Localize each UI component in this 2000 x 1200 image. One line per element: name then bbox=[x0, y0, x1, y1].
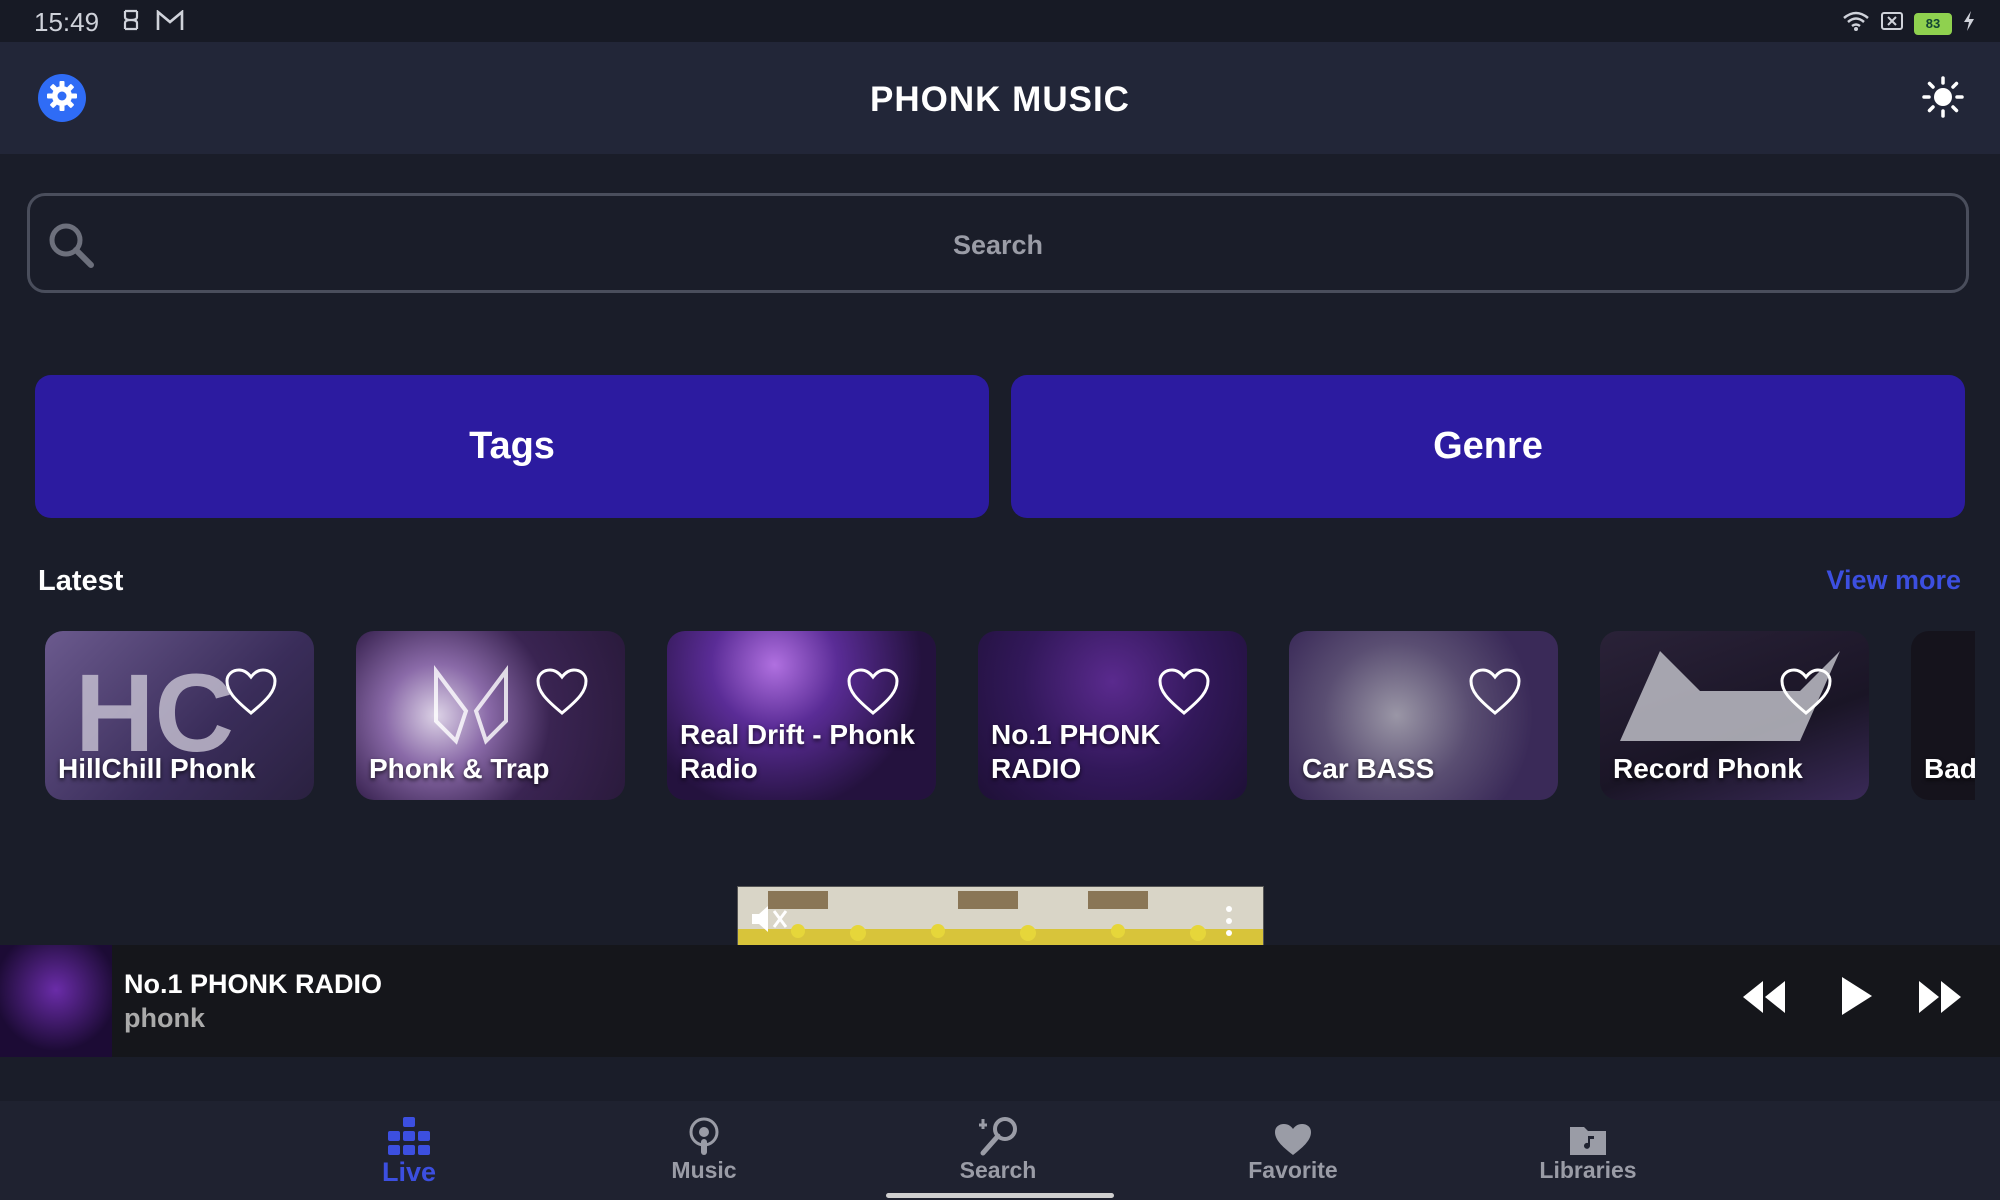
ad-banner[interactable] bbox=[737, 886, 1264, 948]
mute-icon[interactable] bbox=[748, 903, 788, 940]
nav-label: Favorite bbox=[1248, 1157, 1338, 1183]
mail-icon bbox=[156, 8, 184, 39]
sim-icon bbox=[1880, 8, 1904, 39]
search-icon bbox=[46, 220, 96, 275]
heart-icon[interactable] bbox=[1468, 667, 1522, 722]
heart-icon bbox=[1203, 1113, 1383, 1157]
station-name: Bad bbox=[1924, 753, 1975, 784]
podcast-icon bbox=[614, 1113, 794, 1157]
status-time: 15:49 bbox=[34, 7, 100, 37]
nav-libraries[interactable]: Libraries bbox=[1498, 1113, 1678, 1184]
search-bar[interactable] bbox=[27, 193, 1969, 293]
station-name: Record Phonk bbox=[1613, 753, 1803, 784]
heart-icon[interactable] bbox=[224, 667, 278, 722]
station-card[interactable]: Bad bbox=[1911, 631, 1975, 800]
station-card[interactable]: No.1 PHONK RADIO bbox=[978, 631, 1247, 800]
rewind-button[interactable] bbox=[1741, 979, 1787, 1020]
page-title: PHONK MUSIC bbox=[870, 80, 1130, 119]
equalizer-icon bbox=[319, 1113, 499, 1157]
status-bar: 15:49 83 bbox=[0, 0, 2000, 42]
charging-icon bbox=[1962, 8, 1976, 39]
nav-label: Search bbox=[959, 1157, 1037, 1183]
app-bar: PHONK MUSIC bbox=[0, 42, 2000, 154]
station-card[interactable]: Phonk & Trap bbox=[356, 631, 625, 800]
now-playing-subtitle: phonk bbox=[124, 1003, 205, 1033]
heart-icon[interactable] bbox=[1779, 667, 1833, 722]
latest-stations-list: HC HillChill Phonk Phonk & Trap Real Dri… bbox=[45, 631, 1975, 801]
station-card[interactable]: Real Drift - Phonk Radio bbox=[667, 631, 936, 800]
more-options-icon[interactable] bbox=[1225, 905, 1233, 942]
nav-search[interactable]: Search bbox=[908, 1113, 1088, 1184]
station-name: Car BASS bbox=[1302, 753, 1435, 784]
nav-label: Music bbox=[671, 1157, 737, 1183]
fast-forward-button[interactable] bbox=[1917, 979, 1963, 1020]
now-playing-cover bbox=[0, 945, 112, 1057]
station-card[interactable]: Record Phonk bbox=[1600, 631, 1869, 800]
wifi-icon bbox=[1842, 8, 1870, 39]
notification-icon bbox=[120, 8, 142, 39]
battery-indicator: 83 bbox=[1914, 12, 1952, 35]
genre-button[interactable]: Genre bbox=[1011, 375, 1965, 518]
station-name: No.1 PHONK RADIO bbox=[991, 719, 1161, 784]
nav-label: Libraries bbox=[1539, 1157, 1637, 1183]
station-name: Real Drift - Phonk Radio bbox=[680, 719, 915, 784]
search-input[interactable] bbox=[120, 216, 1876, 274]
heart-icon[interactable] bbox=[846, 667, 900, 722]
heart-icon[interactable] bbox=[535, 667, 589, 722]
station-name: Phonk & Trap bbox=[369, 753, 550, 784]
home-indicator bbox=[886, 1193, 1114, 1198]
music-folder-icon bbox=[1498, 1113, 1678, 1157]
heart-icon[interactable] bbox=[1157, 667, 1211, 722]
theme-toggle-button[interactable] bbox=[1920, 75, 1966, 123]
nav-music[interactable]: Music bbox=[614, 1113, 794, 1184]
station-card[interactable]: HC HillChill Phonk bbox=[45, 631, 314, 800]
bottom-navigation: Live Music Search Favorite Libraries bbox=[0, 1101, 2000, 1200]
latest-section-title: Latest bbox=[38, 565, 124, 597]
view-more-link[interactable]: View more bbox=[1826, 565, 1961, 596]
play-button[interactable] bbox=[1838, 975, 1874, 1022]
nav-label: Live bbox=[381, 1157, 437, 1187]
nav-favorite[interactable]: Favorite bbox=[1203, 1113, 1383, 1184]
nav-live[interactable]: Live bbox=[319, 1113, 499, 1188]
sun-icon bbox=[1922, 75, 1964, 123]
now-playing-title: No.1 PHONK RADIO bbox=[124, 969, 383, 999]
tags-button[interactable]: Tags bbox=[35, 375, 989, 518]
station-name: HillChill Phonk bbox=[58, 753, 256, 784]
station-card[interactable]: Car BASS bbox=[1289, 631, 1558, 800]
microphone-icon bbox=[908, 1113, 1088, 1157]
mini-player[interactable]: No.1 PHONK RADIO phonk bbox=[0, 945, 2000, 1057]
